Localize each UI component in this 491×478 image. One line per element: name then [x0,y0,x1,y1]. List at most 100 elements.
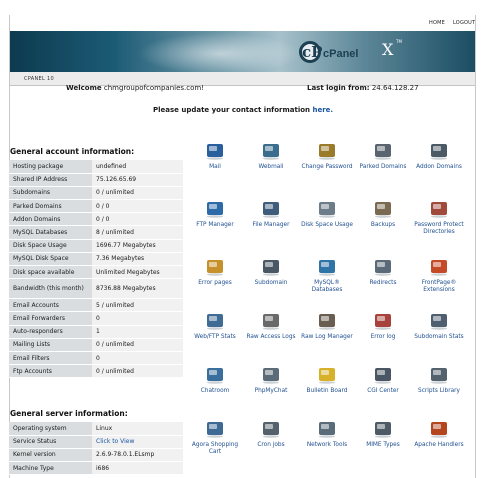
network-tools-icon [319,422,335,438]
cp-logo-mark: cP [302,43,323,61]
info-row: MySQL Databases 8 / unlimited [9,225,183,240]
info-row: Machine Type i686 [9,461,183,476]
feature-link-redirects[interactable]: Redirects [355,256,411,287]
info-row: Ftp Accounts 0 / unlimited [9,364,183,379]
banner-light-streak [130,31,310,72]
feature-link-subdomain[interactable]: Subdomain [243,256,299,287]
feature-link-cgi-center[interactable]: CGI Center [355,364,411,395]
feature-link-webmail[interactable]: Webmail [243,140,299,171]
key-icon [319,144,335,160]
feature-link-cron-jobs[interactable]: Cron jobs [243,418,299,449]
feature-link-phpmychat[interactable]: PhpMyChat [243,364,299,395]
feature-label: Error log [370,334,396,340]
feature-link-chatroom[interactable]: Chatroom [187,364,243,395]
info-value: 0 [92,311,183,326]
feature-label: Agora Shopping Cart [191,442,239,455]
addon-domains-icon [431,144,447,160]
feature-link-stats[interactable]: Web/FTP Stats [187,310,243,341]
feature-link-mail[interactable]: Mail [187,140,243,171]
feature-link-bulletin-board[interactable]: Bulletin Board [299,364,355,395]
info-row: Shared IP Address 75.126.65.69 [9,173,183,187]
feature-label: Disk Space Usage [301,222,353,228]
info-row: Email Accounts 5 / unlimited [9,298,183,313]
feature-link-error-pages[interactable]: Error pages [187,256,243,287]
feature-link-shopping-cart[interactable]: Agora Shopping Cart [187,418,243,456]
account-info-table: Hosting package undefined Shared IP Addres… [9,160,183,379]
feature-label: Web/FTP Stats [194,334,236,340]
info-key: Mailing Lists [9,338,92,352]
feature-link-file-manager[interactable]: File Manager [243,198,299,229]
info-key: Service Status [9,435,92,449]
service-status-link[interactable]: Click to View [96,438,134,445]
feature-link-network-tools[interactable]: Network Tools [299,418,355,449]
feature-link-ftp-manager[interactable]: FTP Manager [187,198,243,229]
info-value: 0 / 0 [92,199,183,214]
info-key: Shared IP Address [9,173,92,187]
contact-update-text: Please update your contact information [153,106,311,114]
info-value: Click to View [92,435,183,449]
contact-update-notice: Please update your contact information h… [153,106,333,114]
feature-label: CGI Center [367,388,399,394]
feature-link-password-protect[interactable]: Password Protect Directories [411,198,467,236]
feature-link-mime-types[interactable]: MIME Types [355,418,411,449]
feature-label: Scripts Library [418,388,460,394]
redirects-icon [375,260,391,276]
ftp-manager-icon [207,202,223,218]
info-value: 2.6.9-78.0.1.ELsmp [92,448,183,463]
feature-label: File Manager [252,222,290,228]
subdomain-stats-icon [431,314,447,330]
feature-label: Apache Handlers [414,442,464,448]
feature-link-disk-space[interactable]: Disk Space Usage [299,198,355,229]
cpanel-x-mark: X [382,40,394,59]
contact-update-link[interactable]: here. [312,106,333,114]
feature-link-error-log[interactable]: Error log [355,310,411,341]
feature-link-log-manager[interactable]: Raw Log Manager [299,310,355,341]
feature-link-mysql[interactable]: MySQL® Databases [299,256,355,294]
welcome-line: Welcome chmgroupofcompanies.com! [66,84,204,92]
info-value: 0 / unlimited [92,338,183,352]
feature-label: Subdomain [254,280,288,286]
cron-jobs-icon [263,422,279,438]
cpanel-logo: cP cPanel [299,41,371,65]
feature-link-apache-handlers[interactable]: Apache Handlers [411,418,467,449]
feature-link-frontpage[interactable]: FrontPage® Extensions [411,256,467,294]
info-key: Disk Space Usage [9,239,92,253]
feature-label: FrontPage® Extensions [421,280,457,293]
server-info-table: Operating system Linux Service Status Click… [9,422,183,476]
feature-link-subdomain-stats[interactable]: Subdomain Stats [411,310,467,341]
feature-link-scripts-library[interactable]: Scripts Library [411,364,467,395]
feature-link-addon-domains[interactable]: Addon Domains [411,140,467,171]
info-value: 8736.88 Megabytes [92,278,183,300]
home-link[interactable]: HOME [429,20,445,26]
logout-link[interactable]: LOGOUT [453,20,475,26]
chatroom-icon [207,368,223,384]
info-value: Linux [92,422,183,436]
info-key: Email Filters [9,351,92,366]
info-row: Parked Domains 0 / 0 [9,199,183,214]
feature-label: Raw Access Logs [246,334,296,340]
feature-link-raw-logs[interactable]: Raw Access Logs [243,310,299,341]
subdomain-icon [263,260,279,276]
info-key: Machine Type [9,461,92,476]
feature-link-parked-domains[interactable]: Parked Domains [355,140,411,171]
last-login: Last login from: 24.64.128.27 [307,84,419,92]
info-value: 1696.77 Megabytes [92,239,183,253]
info-row: MySQL Disk Space 7.36 Megabytes [9,252,183,267]
feature-link-backups[interactable]: Backups [355,198,411,229]
info-key: Ftp Accounts [9,364,92,379]
feature-link-key[interactable]: Change Password [299,140,355,171]
info-key: Parked Domains [9,199,92,214]
info-value: 5 / unlimited [92,298,183,313]
feature-label: MySQL® Databases [311,280,343,293]
bulletin-board-icon [319,368,335,384]
last-login-ip: 24.64.128.27 [371,84,419,92]
info-row: Operating system Linux [9,422,183,436]
feature-label: Network Tools [306,442,348,448]
file-manager-icon [263,202,279,218]
top-nav: HOME LOGOUT [10,15,475,31]
info-row: Email Filters 0 [9,351,183,366]
password-protect-icon [431,202,447,218]
disk-space-icon [319,202,335,218]
parked-domains-icon [375,144,391,160]
welcome-label: Welcome [66,84,102,92]
